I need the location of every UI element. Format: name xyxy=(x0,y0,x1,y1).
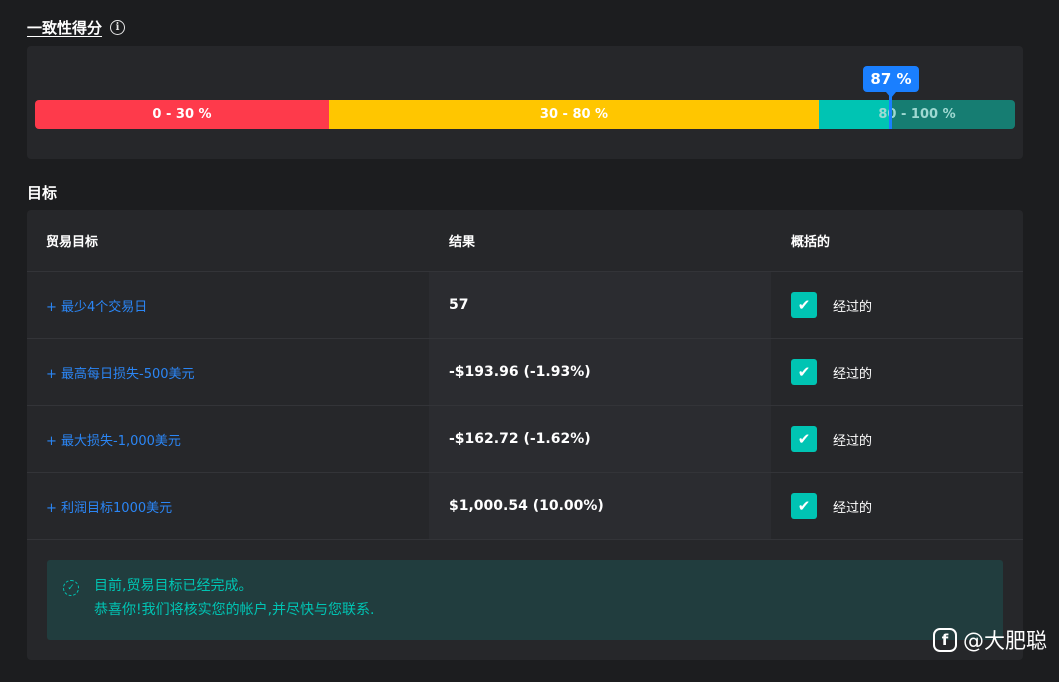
goals-table: 贸易目标 结果 概括的 + 最少4个交易日 57 ✔ 经过的 + 最高每日损失-… xyxy=(27,210,1023,660)
score-card: 0 - 30 % 30 - 80 % 80 - 100 % xyxy=(27,46,1023,159)
column-header-goal: 贸易目标 xyxy=(46,235,99,250)
check-icon: ✔ xyxy=(791,493,817,519)
watermark: f @大肥聪 xyxy=(933,625,1047,655)
score-section-title: 一致性得分 i xyxy=(27,17,126,38)
column-header-summary: 概括的 xyxy=(791,235,831,250)
score-segment-low: 0 - 30 % xyxy=(35,100,329,129)
score-segment-mid: 30 - 80 % xyxy=(329,100,819,129)
goal-link[interactable]: + 最高每日损失-500美元 xyxy=(46,363,195,382)
table-row: + 最大损失-1,000美元 -$162.72 (-1.62%) ✔ 经过的 xyxy=(27,406,1023,473)
table-header: 贸易目标 结果 概括的 xyxy=(27,210,1023,272)
score-bar: 0 - 30 % 30 - 80 % 80 - 100 % xyxy=(35,100,1015,129)
table-row: + 利润目标1000美元 $1,000.54 (10.00%) ✔ 经过的 xyxy=(27,473,1023,540)
table-row: + 最高每日损失-500美元 -$193.96 (-1.93%) ✔ 经过的 xyxy=(27,339,1023,406)
goal-result: -$193.96 (-1.93%) xyxy=(449,364,591,380)
score-marker-line xyxy=(889,92,892,129)
goal-status: 经过的 xyxy=(833,500,873,516)
goal-result: $1,000.54 (10.00%) xyxy=(449,498,604,514)
table-row: + 最少4个交易日 57 ✔ 经过的 xyxy=(27,272,1023,339)
goal-status: 经过的 xyxy=(833,433,873,449)
goal-result: 57 xyxy=(449,297,469,313)
check-icon: ✔ xyxy=(791,426,817,452)
score-marker: 87 % xyxy=(863,66,919,98)
goal-result: -$162.72 (-1.62%) xyxy=(449,431,591,447)
goal-status: 经过的 xyxy=(833,366,873,382)
notice-line-1: 目前,贸易目标已经完成。 xyxy=(94,578,253,594)
goal-link[interactable]: + 最少4个交易日 xyxy=(46,296,147,315)
goal-link[interactable]: + 利润目标1000美元 xyxy=(46,497,172,516)
check-icon: ✔ xyxy=(791,292,817,318)
info-icon[interactable]: i xyxy=(110,20,126,35)
goal-link[interactable]: + 最大损失-1,000美元 xyxy=(46,430,181,449)
notice-line-2: 恭喜你!我们将核实您的帐户,并尽快与您联系. xyxy=(94,602,375,618)
completion-notice: ✓ 目前,贸易目标已经完成。 恭喜你!我们将核实您的帐户,并尽快与您联系. xyxy=(47,560,1003,640)
column-header-result: 结果 xyxy=(449,235,476,250)
badge-check-icon: ✓ xyxy=(63,580,79,596)
goal-status: 经过的 xyxy=(833,299,873,315)
score-title-text: 一致性得分 xyxy=(27,19,103,37)
check-icon: ✔ xyxy=(791,359,817,385)
goals-section-title: 目标 xyxy=(27,184,58,202)
watermark-logo-icon: f xyxy=(933,628,957,652)
score-segment-high: 80 - 100 % xyxy=(819,100,1015,129)
watermark-text: @大肥聪 xyxy=(963,629,1047,653)
